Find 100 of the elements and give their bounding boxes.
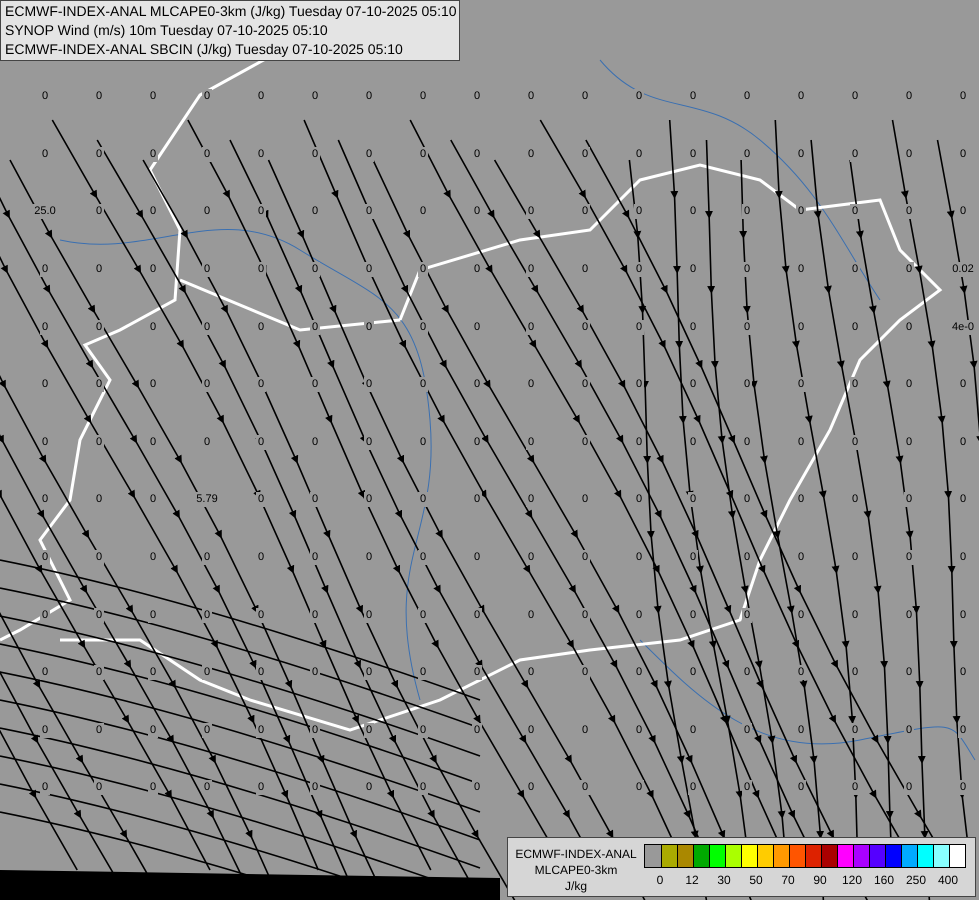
value-label: 0 <box>94 434 104 450</box>
value-label: 0 <box>256 780 266 796</box>
tick-label: 250 <box>906 874 926 886</box>
value-label: 0 <box>472 665 482 680</box>
value-label: 0 <box>580 608 590 623</box>
value-label: 0 <box>256 722 266 738</box>
value-label: 0 <box>742 320 752 335</box>
value-label: 0 <box>958 722 968 738</box>
value-label: 0 <box>202 320 212 335</box>
tick-label: 120 <box>842 874 862 886</box>
tick-label: 30 <box>717 874 731 886</box>
value-label: 5.79 <box>194 492 220 508</box>
value-label: 0 <box>418 262 428 278</box>
value-label: 0 <box>958 780 968 796</box>
header-line: ECMWF-INDEX-ANAL SBCIN (J/kg) Tuesday 07-10-2025 05:10 <box>5 40 404 59</box>
value-label: 0 <box>850 780 860 796</box>
value-label: 0 <box>634 262 644 278</box>
value-label: 0 <box>94 608 104 623</box>
tick-label: 12 <box>685 874 699 886</box>
value-label: 0 <box>526 492 536 508</box>
value-label: 0 <box>256 204 266 220</box>
value-label: 0 <box>526 320 536 335</box>
tick-label: 50 <box>749 874 763 886</box>
value-label: 0 <box>310 780 320 796</box>
value-label: 0 <box>256 377 266 392</box>
value-label: 0 <box>364 434 374 450</box>
value-label: 0 <box>310 320 320 335</box>
value-label: 0 <box>40 262 50 278</box>
legend-title: J/kg <box>564 878 587 894</box>
value-label: 0 <box>202 608 212 623</box>
value-label: 0 <box>310 146 320 162</box>
legend-title: ECMWF-INDEX-ANAL <box>515 846 637 862</box>
tick-label: 160 <box>874 874 894 886</box>
value-label: 0 <box>364 608 374 623</box>
legend-title: MLCAPE0-3km <box>534 862 618 878</box>
value-label: 0 <box>310 608 320 623</box>
value-label: 0 <box>40 722 50 738</box>
tick-label: 0 <box>656 874 664 886</box>
value-label: 0 <box>634 204 644 220</box>
value-label: 0 <box>634 320 644 335</box>
value-label: 0 <box>742 204 752 220</box>
value-label: 0 <box>418 608 428 623</box>
value-label: 0 <box>526 262 536 278</box>
value-label: 0 <box>40 550 50 566</box>
value-label: 0 <box>850 434 860 450</box>
value-label: 0 <box>148 780 158 796</box>
value-label: 0 <box>364 665 374 680</box>
value-label: 0 <box>256 665 266 680</box>
value-label: 0 <box>526 434 536 450</box>
value-label: 0 <box>850 146 860 162</box>
value-label: 0 <box>688 492 698 508</box>
value-label: 0 <box>40 320 50 335</box>
value-label: 0 <box>904 204 914 220</box>
value-label: 0 <box>94 550 104 566</box>
value-label: 0 <box>310 377 320 392</box>
value-label: 0 <box>202 377 212 392</box>
value-label: 0 <box>742 608 752 623</box>
value-label: 0 <box>418 492 428 508</box>
value-label: 0 <box>202 262 212 278</box>
value-label: 0 <box>850 204 860 220</box>
value-label: 0 <box>148 608 158 623</box>
value-label: 0 <box>202 146 212 162</box>
header-line: SYNOP Wind (m/s) 10m Tuesday 07-10-2025 05:10 <box>5 21 329 40</box>
value-label: 0 <box>40 780 50 796</box>
value-label: 0 <box>256 434 266 450</box>
value-label: 0 <box>202 550 212 566</box>
value-label: 4e-0 <box>950 320 976 335</box>
value-label: 0 <box>904 550 914 566</box>
tick-label: 70 <box>781 874 795 886</box>
tick-label: 400 <box>938 874 958 886</box>
value-label: 0 <box>364 146 374 162</box>
value-label: 0 <box>148 665 158 680</box>
value-label: 0 <box>94 377 104 392</box>
value-label: 0 <box>310 722 320 738</box>
value-label: 0 <box>202 665 212 680</box>
value-label: 0 <box>418 722 428 738</box>
value-label: 0 <box>688 780 698 796</box>
value-label: 0 <box>418 320 428 335</box>
value-label: 0 <box>40 608 50 623</box>
value-label: 0 <box>526 665 536 680</box>
value-label: 0 <box>364 204 374 220</box>
value-label: 0 <box>148 722 158 738</box>
value-label: 0 <box>796 377 806 392</box>
value-label: 0 <box>418 665 428 680</box>
value-label: 0 <box>202 722 212 738</box>
value-label: 0 <box>850 722 860 738</box>
value-label: 0 <box>364 262 374 278</box>
value-label: 0 <box>364 722 374 738</box>
tick-label: 90 <box>813 874 827 886</box>
value-label: 0 <box>310 550 320 566</box>
value-label: 0 <box>904 780 914 796</box>
value-label: 0 <box>94 665 104 680</box>
value-label: 0 <box>418 780 428 796</box>
value-label: 0 <box>256 608 266 623</box>
value-label: 0 <box>256 262 266 278</box>
value-label: 0 <box>148 146 158 162</box>
value-label: 0 <box>310 262 320 278</box>
value-label: 0 <box>742 780 752 796</box>
value-label: 0 <box>310 492 320 508</box>
value-label: 0 <box>418 550 428 566</box>
